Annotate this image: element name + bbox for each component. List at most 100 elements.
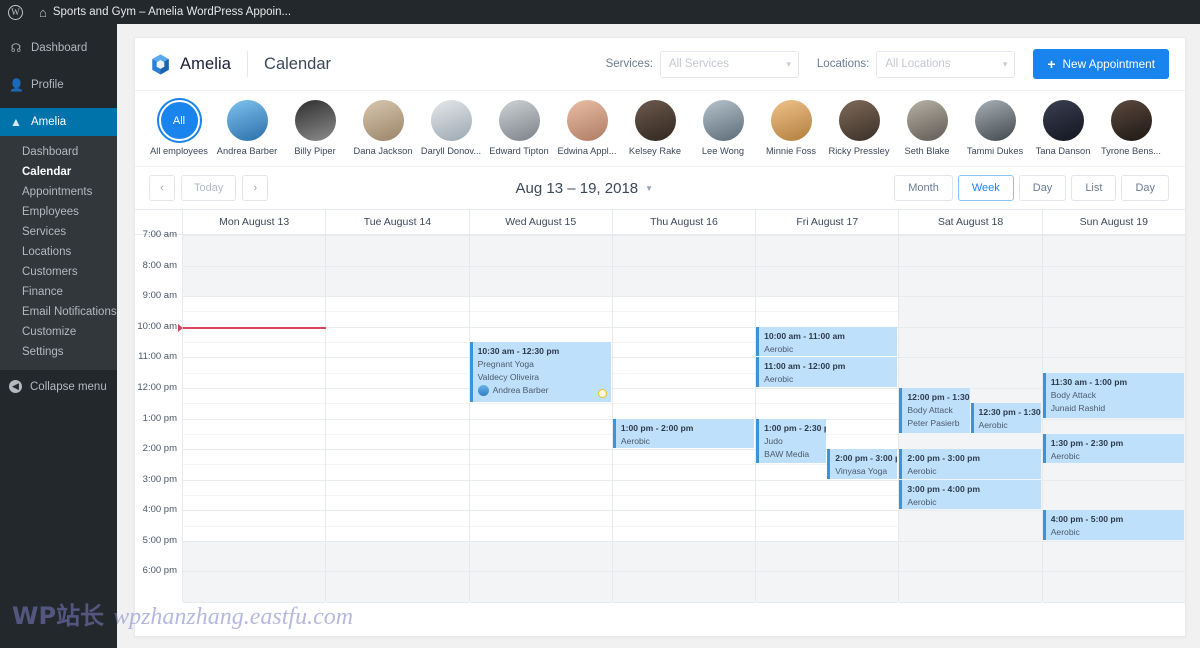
grid-line	[612, 479, 756, 481]
employee-filter-tana-danson[interactable]: Tana Danson	[1029, 100, 1097, 156]
submenu-item-dashboard[interactable]: Dashboard	[0, 142, 117, 162]
day-column-2[interactable]: 10:30 am - 12:30 pm Pregnant Yoga Valdecy …	[469, 235, 613, 603]
day-column-4[interactable]: 10:00 am - 11:00 am Aerobic 11:00 am - 12:…	[756, 235, 900, 603]
employee-filter-edward-tipton[interactable]: Edward Tipton	[485, 100, 553, 156]
calendar-event[interactable]: 10:00 am - 11:00 am Aerobic	[756, 326, 898, 357]
employee-name-label: Lee Wong	[701, 146, 745, 156]
day-column-1[interactable]	[326, 235, 470, 603]
day-column-5[interactable]: 12:00 pm - 1:30 pm Body Attack Peter Pasie…	[899, 235, 1043, 603]
submenu-item-appointments[interactable]: Appointments	[0, 182, 117, 202]
grid-line	[326, 479, 469, 481]
grid-line	[469, 418, 612, 420]
submenu-item-calendar[interactable]: Calendar	[0, 162, 117, 182]
event-service: Judo	[764, 435, 783, 446]
locations-select[interactable]: All Locations ▾	[876, 50, 1016, 78]
day-column-3[interactable]: 1:00 pm - 2:00 pm Aerobic	[612, 235, 757, 603]
grid-line	[469, 296, 612, 298]
event-service: Body Attack	[1050, 389, 1097, 400]
submenu-item-locations[interactable]: Locations	[0, 242, 117, 262]
grid-line	[1042, 342, 1185, 344]
calendar-event[interactable]: 2:00 pm - 3:00 pm Vinyasa Yoga	[827, 449, 898, 479]
chevron-down-icon: ▾	[1002, 58, 1008, 69]
sidebar-item-profile[interactable]: 👤 Profile	[0, 71, 117, 99]
day-column-0[interactable]	[183, 235, 327, 603]
employee-name-label: Tammi Dukes	[966, 146, 1024, 156]
submenu-item-employees[interactable]: Employees	[0, 202, 117, 222]
sidebar-item-amelia[interactable]: ▲ Amelia	[0, 108, 117, 136]
view-button-day[interactable]: Day	[1018, 175, 1067, 201]
employee-filter-daryll-donov[interactable]: Daryll Donov...	[417, 100, 485, 156]
calendar-event[interactable]: 12:30 pm - 1:30 pm Aerobic	[970, 403, 1041, 433]
grid-line	[326, 433, 469, 435]
submenu-item-services[interactable]: Services	[0, 222, 117, 242]
collapse-menu-button[interactable]: ◀ Collapse menu	[0, 370, 117, 393]
employee-filter-ricky-pressley[interactable]: Ricky Pressley	[825, 100, 893, 156]
avatar	[634, 100, 676, 141]
calendar-event[interactable]: 10:30 am - 12:30 pm Pregnant Yoga Valdecy …	[469, 342, 611, 403]
prev-week-button[interactable]: ‹	[149, 175, 175, 201]
next-week-button[interactable]: ›	[242, 175, 269, 201]
view-button-day-2[interactable]: Day	[1121, 175, 1169, 201]
wp-logo-button[interactable]	[0, 0, 31, 24]
calendar-event[interactable]: 1:00 pm - 2:30 pm Judo BAW Media	[756, 418, 827, 464]
event-time: 4:00 pm - 5:00 pm	[1050, 514, 1124, 525]
submenu-item-finance[interactable]: Finance	[0, 282, 117, 302]
submenu-item-customize[interactable]: Customize	[0, 322, 117, 342]
submenu-item-customers[interactable]: Customers	[0, 262, 117, 282]
today-button[interactable]: Today	[181, 175, 237, 201]
site-name-button[interactable]: ⌂ Sports and Gym – Amelia WordPress Appo…	[31, 0, 299, 24]
grid-line	[469, 433, 612, 435]
calendar-event[interactable]: 1:30 pm - 2:30 pm Aerobic	[1042, 433, 1184, 464]
calendar-event[interactable]: 11:30 am - 1:00 pm Body Attack Junaid Rash…	[1042, 372, 1184, 418]
employee-filter-andrea-barber[interactable]: Andrea Barber	[213, 100, 281, 156]
calendar-event[interactable]: 3:00 pm - 4:00 pm Aerobic	[899, 479, 1041, 510]
view-button-list[interactable]: List	[1071, 175, 1117, 201]
submenu-item-settings[interactable]: Settings	[0, 342, 117, 362]
view-button-week[interactable]: Week	[957, 175, 1014, 201]
employee-filter-dana-jackson[interactable]: Dana Jackson	[349, 100, 417, 156]
grid-line	[1042, 556, 1185, 558]
grid-line	[183, 342, 326, 344]
employee-filter-tammi-dukes[interactable]: Tammi Dukes	[961, 100, 1029, 156]
employee-filter-billy-piper[interactable]: Billy Piper	[281, 100, 349, 156]
new-appointment-label: New Appointment	[1062, 57, 1155, 71]
event-time: 12:00 pm - 1:30 pm	[907, 391, 970, 402]
grid-line	[1042, 265, 1185, 267]
avatar	[838, 100, 880, 141]
amelia-icon: ▲	[10, 115, 22, 129]
calendar-event[interactable]: 12:00 pm - 1:30 pm Body Attack Peter Pasie…	[899, 387, 970, 433]
calendar-event[interactable]: 1:00 pm - 2:00 pm Aerobic	[612, 418, 755, 449]
calendar-event[interactable]: 2:00 pm - 3:00 pm Aerobic	[899, 449, 1041, 479]
employee-filter-kelsey-rake[interactable]: Kelsey Rake	[621, 100, 689, 156]
employee-filter-edwina-appl[interactable]: Edwina Appl...	[553, 100, 621, 156]
event-time: 1:00 pm - 2:00 pm	[620, 422, 694, 433]
grid-line	[183, 280, 326, 282]
employee-filter-seth-blake[interactable]: Seth Blake	[893, 100, 961, 156]
calendar-event[interactable]: 4:00 pm - 5:00 pm Aerobic	[1042, 510, 1184, 540]
sidebar-item-dashboard[interactable]: ☊ Dashboard	[0, 34, 117, 62]
new-appointment-button[interactable]: + New Appointment	[1033, 49, 1169, 79]
grid-line	[326, 357, 469, 359]
calendar-range: Aug 13 – 19, 2018 ▼	[274, 180, 894, 197]
grid-line	[326, 494, 469, 496]
calendar-event[interactable]: 11:00 am - 12:00 pm Aerobic	[756, 357, 898, 387]
employee-filter-minnie-foss[interactable]: Minnie Foss	[757, 100, 825, 156]
grid-line	[756, 525, 899, 527]
grid-line	[612, 372, 756, 374]
grid-line	[469, 525, 612, 527]
grid-line	[469, 479, 612, 481]
event-time: 2:00 pm - 3:00 pm	[907, 453, 980, 464]
avatar	[226, 100, 268, 141]
grid-line	[469, 449, 612, 451]
employee-filter-lee-wong[interactable]: Lee Wong	[689, 100, 757, 156]
submenu-item-email-notifications[interactable]: Email Notifications	[0, 302, 117, 322]
caret-down-icon[interactable]: ▼	[645, 184, 653, 193]
employee-filter-all-employees[interactable]: All All employees	[145, 100, 213, 156]
employee-filter-tyrone-bens[interactable]: Tyrone Bens...	[1097, 100, 1165, 156]
day-column-6[interactable]: 11:30 am - 1:00 pm Body Attack Junaid Rash…	[1042, 235, 1185, 603]
services-select[interactable]: All Services ▾	[659, 50, 799, 78]
home-icon: ⌂	[39, 4, 47, 20]
grid-line	[326, 265, 469, 267]
grid-line	[183, 235, 326, 236]
view-button-month[interactable]: Month	[894, 175, 953, 201]
